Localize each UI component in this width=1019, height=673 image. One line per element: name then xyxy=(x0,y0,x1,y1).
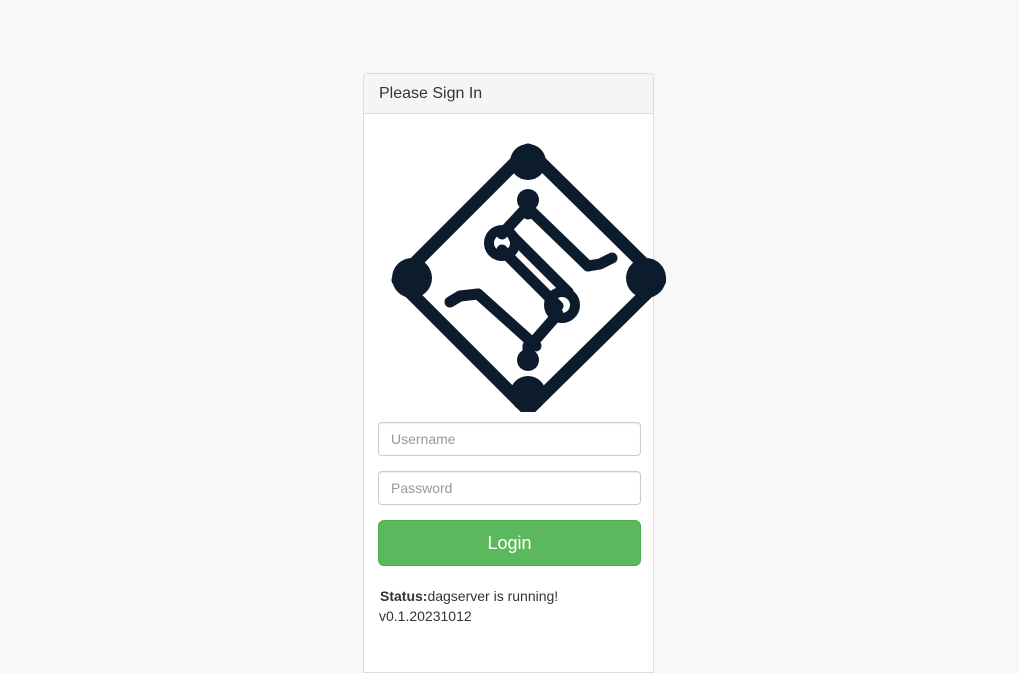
status-line: Status:dagserver is running! xyxy=(380,586,558,606)
version-text: v0.1.20231012 xyxy=(379,608,472,624)
dagserver-logo-icon xyxy=(390,142,666,412)
status-text: dagserver is running! xyxy=(427,588,559,604)
username-input[interactable] xyxy=(378,422,641,456)
panel-heading: Please Sign In xyxy=(364,74,653,114)
login-button[interactable]: Login xyxy=(378,520,641,566)
status-label: Status: xyxy=(380,588,428,604)
password-input[interactable] xyxy=(378,471,641,505)
sign-in-panel: Please Sign In Username Login Status:dag… xyxy=(363,73,666,673)
